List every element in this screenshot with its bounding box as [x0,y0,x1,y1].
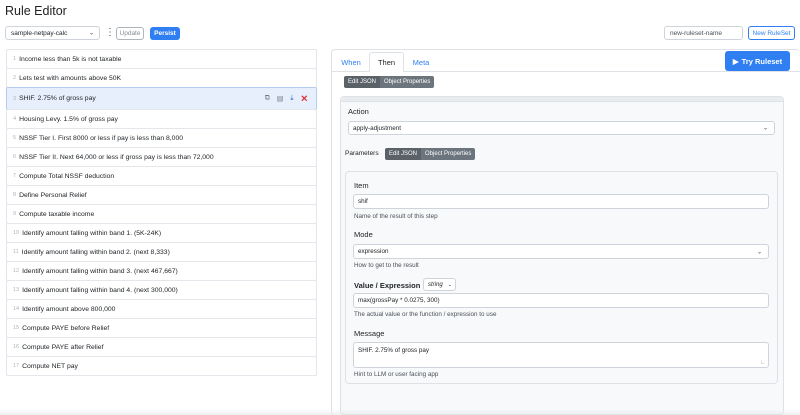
item-help: Name of the result of this step [354,213,438,220]
rules-list: 1 Income less than 5k is not taxable 2 Let… [6,49,317,376]
rule-item[interactable]: 4 Housing Levy. 1.5% of gross pay [6,109,317,129]
rule-item[interactable]: 13 Identify amount falling within band 4.… [6,280,317,300]
value-expression-input[interactable]: max(grossPay * 0.0275, 300) [353,293,769,308]
tab-then[interactable]: Then [369,52,404,72]
value-type-value: string [428,281,443,288]
message-textarea[interactable]: SHIF. 2.75% of gross pay ∟ [353,342,769,368]
rule-actions: ⧉ ▤ ⤓ ✕ [265,93,308,104]
rule-item[interactable]: 16 Compute PAYE after Relief [6,337,317,357]
object-properties-button[interactable]: Object Properties [380,76,435,88]
tab-when[interactable]: When [336,52,366,72]
ruleset-select[interactable]: sample-netpay-calc ⌄ [5,26,100,40]
parameters-label: Parameters [345,150,379,157]
message-help: Hint to LLM or user facing app [354,371,439,378]
item-input[interactable]: shif [353,194,769,209]
chevron-down-icon: ⌄ [88,30,94,37]
chevron-down-icon: ⌄ [762,125,768,132]
rule-item[interactable]: 6 NSSF Tier II. Next 64,000 or less if gr… [6,147,317,167]
action-select-value: apply-adjustment [353,124,401,132]
mode-select-value: expression [358,248,389,255]
new-ruleset-button[interactable]: New RuleSet [748,26,795,40]
rule-item[interactable]: 15 Compute PAYE before Relief [6,318,317,338]
rule-item-selected[interactable]: 3 SHIF. 2.75% of gross pay ⧉ ▤ ⤓ ✕ [6,87,317,110]
copy-icon[interactable]: ⧉ [265,95,270,103]
rule-item[interactable]: 14 Identify amount above 800,000 [6,299,317,319]
page-title: Rule Editor [5,4,67,18]
rule-item[interactable]: 11 Identify amount falling within band 2.… [6,242,317,262]
rule-item[interactable]: 17 Compute NET pay [6,356,317,376]
try-ruleset-label: Try Ruleset [741,56,783,66]
persist-button[interactable]: Persist [150,27,180,40]
save-icon[interactable]: ▤ [277,95,284,103]
rule-item[interactable]: 8 Define Personal Relief [6,185,317,205]
tab-meta[interactable]: Meta [406,52,436,72]
params-view-toggle: Edit JSON Object Properties [385,148,476,160]
move-down-icon[interactable]: ⤓ [290,95,293,103]
edit-json-button[interactable]: Edit JSON [344,76,381,88]
mode-label: Mode [354,230,373,239]
try-ruleset-button[interactable]: ▶ Try Ruleset [725,51,790,71]
delete-icon[interactable]: ✕ [300,93,308,104]
card-header-strip [341,97,783,102]
chevron-down-icon: ⌄ [447,281,452,288]
update-button[interactable]: Update [116,27,144,40]
item-label: Item [354,181,369,190]
params-object-properties-button[interactable]: Object Properties [421,148,476,160]
rule-item[interactable]: 1 Income less than 5k is not taxable [6,49,317,69]
resize-grip-icon[interactable]: ∟ [760,360,766,366]
rule-item[interactable]: 5 NSSF Tier I. First 8000 or less if pay … [6,128,317,148]
message-label: Message [354,329,385,338]
message-textarea-value: SHIF. 2.75% of gross pay [358,347,430,354]
more-options-icon[interactable]: ⋮ [105,27,115,39]
rule-item[interactable]: 7 Compute Total NSSF deduction [6,166,317,186]
bottom-fade [0,409,800,415]
mode-select[interactable]: expression ⌄ [353,244,769,259]
rule-item[interactable]: 12 Identify amount falling within band 3.… [6,261,317,281]
then-view-toggle: Edit JSON Object Properties [344,76,435,88]
value-expression-help: The actual value or the function / expre… [354,311,497,318]
rule-item[interactable]: 9 Compute taxable income [6,204,317,224]
action-label: Action [348,107,369,116]
action-select[interactable]: apply-adjustment ⌄ [348,121,775,135]
ruleset-select-value: sample-netpay-calc [11,29,68,37]
value-type-select[interactable]: string ⌄ [423,278,456,291]
new-ruleset-name-input[interactable]: new-ruleset-name [664,26,743,40]
rule-item[interactable]: 10 Identify amount falling within band 1.… [6,223,317,243]
params-edit-json-button[interactable]: Edit JSON [385,148,422,160]
chevron-down-icon: ⌄ [756,249,762,255]
mode-help: How to get to the result [354,262,419,269]
play-icon: ▶ [732,56,739,66]
rule-item[interactable]: 2 Lets test with amounts above 50K [6,68,317,88]
value-expression-label: Value / Expression [354,281,421,290]
